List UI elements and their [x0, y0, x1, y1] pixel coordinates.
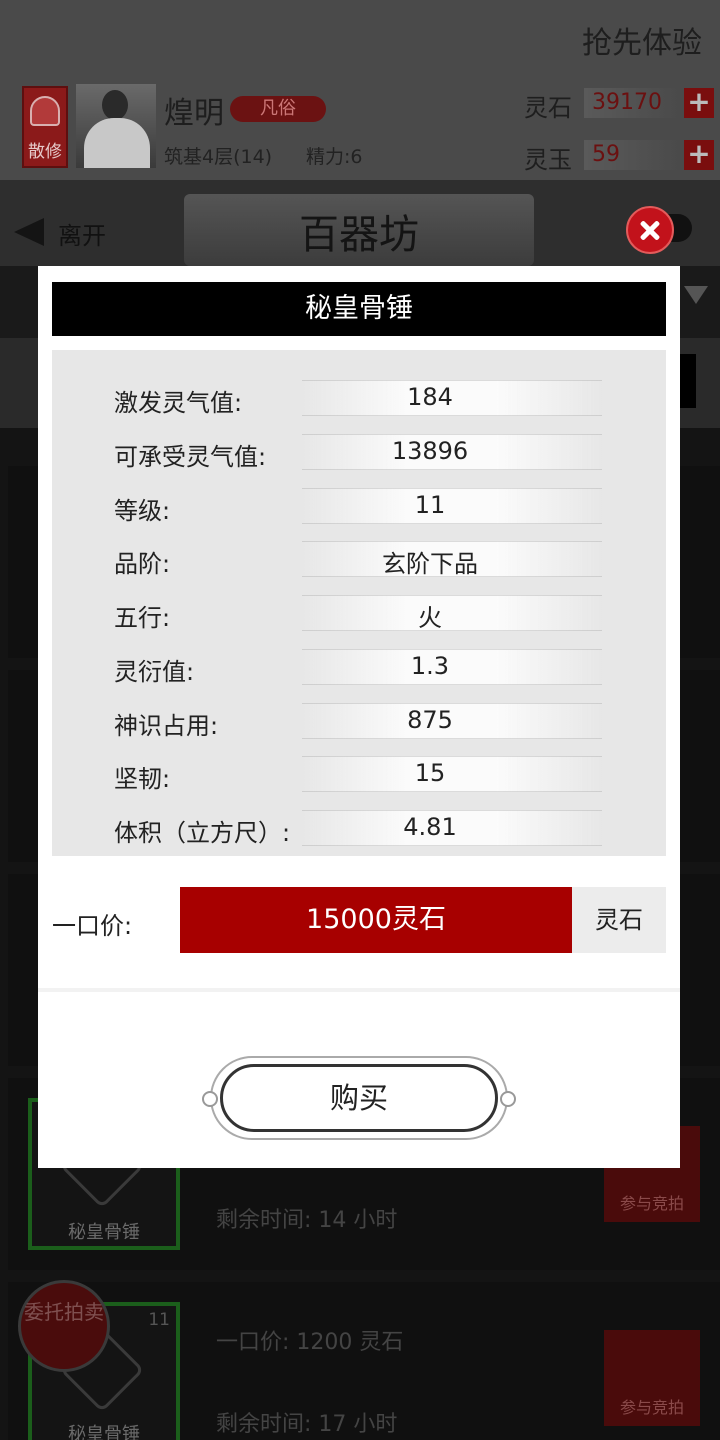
stat-label: 灵衍值:: [114, 658, 195, 686]
stat-label: 坚韧:: [114, 765, 171, 793]
spirit-stone-label: 灵石: [524, 94, 572, 122]
stat-value: 13896: [391, 437, 469, 465]
add-spirit-jade-button[interactable]: +: [684, 140, 714, 170]
stat-label: 体积（立方尺）:: [114, 819, 291, 847]
stat-row: 可承受灵气值: 13896: [52, 425, 666, 479]
leave-button[interactable]: 离开: [58, 216, 106, 251]
stat-value: 11: [414, 491, 446, 519]
modal-title: 秘皇骨锤: [52, 282, 666, 336]
stat-label: 神识占用:: [114, 712, 219, 740]
remaining-time: 剩余时间: 14 小时: [216, 1202, 397, 1234]
price-unit: 灵石: [359, 1330, 404, 1355]
close-icon[interactable]: [626, 206, 674, 254]
currency-selector[interactable]: 灵石: [572, 887, 666, 953]
buy-button-knob-left: [202, 1091, 218, 1107]
time-value: 14: [318, 1208, 347, 1233]
list-item: 11 秘皇骨锤 一口价: 1200 灵石 剩余时间: 17 小时 参与竞拍: [8, 1282, 720, 1440]
stat-value: 火: [418, 604, 442, 632]
item-detail-modal: 秘皇骨锤 激发灵气值: 184 可承受灵气值: 13896 等级: 11 品阶:…: [38, 266, 680, 1168]
stat-row: 体积（立方尺）: 4.81: [52, 801, 666, 855]
stat-label: 激发灵气值:: [114, 389, 243, 417]
stat-row: 神识占用: 875: [52, 694, 666, 748]
spirit-jade-label: 灵玉: [524, 146, 572, 174]
player-energy: 精力:6: [306, 146, 363, 168]
time-unit: 小时: [353, 1208, 398, 1233]
stat-row: 灵衍值: 1.3: [52, 640, 666, 694]
avatar[interactable]: [76, 84, 156, 168]
first-experience-link[interactable]: 抢先体验: [582, 18, 702, 62]
price-label: 一口价:: [216, 1330, 290, 1355]
stat-value: 875: [407, 706, 453, 734]
stat-value: 184: [407, 383, 453, 411]
buy-button-knob-right: [500, 1091, 516, 1107]
time-label: 剩余时间:: [216, 1412, 312, 1437]
stat-value: 15: [414, 759, 446, 787]
spirit-stone-value: 39170: [584, 88, 680, 118]
stat-label: 五行:: [114, 604, 171, 632]
buyout-price-label: 一口价:: [52, 912, 133, 940]
stats-panel: 激发灵气值: 184 可承受灵气值: 13896 等级: 11 品阶: 玄阶下品…: [52, 350, 666, 856]
bid-label: 参与竞拍: [619, 1398, 684, 1417]
item-name: 秘皇骨锤: [68, 1424, 140, 1440]
avatar-head: [102, 90, 128, 120]
shop-title: 百器坊: [299, 212, 419, 258]
stat-value: 玄阶下品: [382, 550, 478, 578]
filter-icon[interactable]: [684, 286, 708, 304]
buyout-price-value: 15000灵石: [180, 887, 572, 953]
stat-value: 4.81: [403, 813, 457, 841]
back-arrow-icon[interactable]: [14, 218, 44, 246]
bid-label: 参与竞拍: [619, 1194, 684, 1213]
sect-badge[interactable]: 散修: [22, 86, 68, 168]
stat-label: 等级:: [114, 497, 171, 525]
item-level: 11: [148, 1310, 170, 1330]
sect-label: 散修: [28, 142, 62, 162]
stat-label: 可承受灵气值:: [114, 443, 267, 471]
add-spirit-stone-button[interactable]: +: [684, 88, 714, 118]
spirit-jade-value: 59: [584, 140, 680, 170]
buy-button[interactable]: 购买: [220, 1064, 498, 1132]
stat-row: 等级: 11: [52, 479, 666, 533]
buyout-price: 一口价: 1200 灵石: [216, 1324, 403, 1356]
time-unit: 小时: [353, 1412, 398, 1437]
item-name: 秘皇骨锤: [68, 1222, 140, 1243]
stat-row: 五行: 火: [52, 586, 666, 640]
price-value: 1200: [296, 1330, 353, 1355]
bid-button[interactable]: 参与竞拍: [604, 1330, 700, 1426]
stat-value: 1.3: [410, 652, 450, 680]
avatar-robe: [84, 118, 150, 168]
lotus-icon: [30, 96, 60, 126]
remaining-time: 剩余时间: 17 小时: [216, 1406, 397, 1438]
player-name: 煌明: [164, 96, 224, 131]
consign-auction-button[interactable]: 委托拍卖: [18, 1280, 110, 1372]
rank-badge: 凡俗: [230, 96, 326, 122]
time-label: 剩余时间:: [216, 1208, 312, 1233]
time-value: 17: [318, 1412, 347, 1437]
player-level: 筑基4层(14): [164, 146, 273, 168]
stat-row: 坚韧: 15: [52, 747, 666, 801]
stat-row: 激发灵气值: 184: [52, 371, 666, 425]
stat-label: 品阶:: [114, 550, 171, 578]
divider: [38, 988, 680, 992]
stat-row: 品阶: 玄阶下品: [52, 532, 666, 586]
